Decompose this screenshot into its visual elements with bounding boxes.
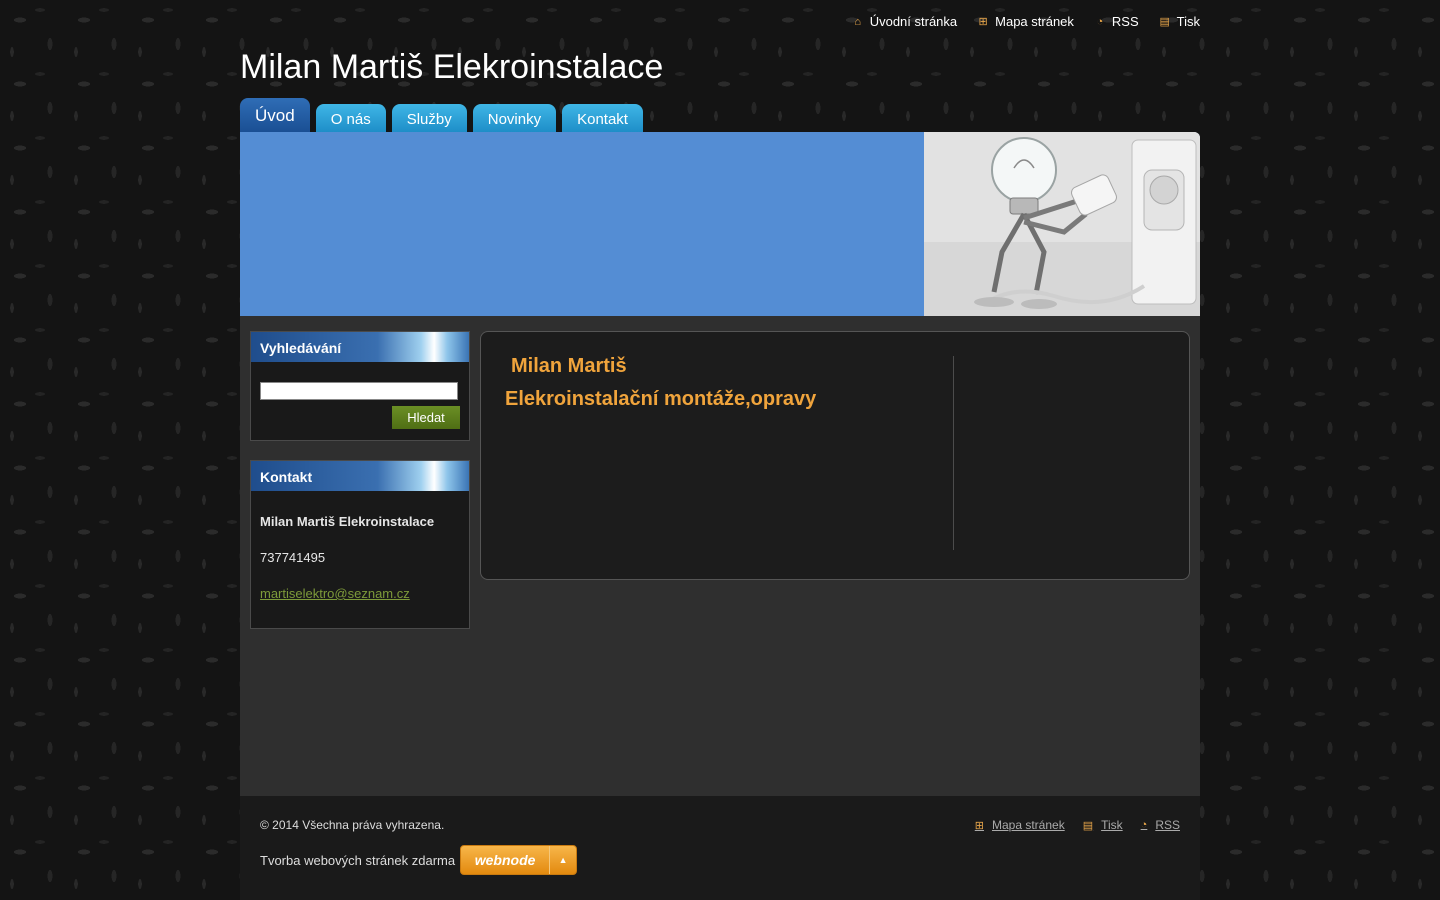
footer-link-sitemap-label: Mapa stránek	[991, 818, 1065, 832]
header-banner	[240, 132, 1200, 316]
rss-icon: ◔	[1096, 15, 1104, 28]
column-divider	[953, 356, 954, 550]
top-link-sitemap[interactable]: ⊞ Mapa stránek	[977, 14, 1074, 29]
top-link-home[interactable]: ⌂ Úvodní stránka	[852, 14, 957, 29]
tab-kontakt[interactable]: Kontakt	[562, 104, 643, 132]
footer-link-sitemap[interactable]: ⊞ Mapa stránek	[975, 818, 1065, 832]
footer-link-print-label: Tisk	[1101, 818, 1123, 832]
top-link-home-label: Úvodní stránka	[869, 14, 958, 29]
bulb-robot-illustration	[924, 132, 1200, 316]
tab-sluzby[interactable]: Služby	[391, 104, 467, 132]
search-button[interactable]: Hledat	[392, 406, 460, 429]
print-icon: ▤	[1082, 819, 1094, 832]
top-link-rss[interactable]: ◔ RSS	[1094, 14, 1139, 29]
footer-links: ⊞ Mapa stránek ▤ Tisk ◔ RSS	[975, 818, 1180, 832]
search-input[interactable]	[260, 382, 458, 400]
content-panel: Milan Martiš Elekroinstalační montáže,op…	[480, 331, 1190, 580]
copyright-text: © 2014 Všechna práva vyhrazena.	[260, 818, 445, 832]
content-title: Milan Martiš	[511, 355, 627, 377]
footer: © 2014 Všechna práva vyhrazena. ⊞ Mapa s…	[240, 796, 1200, 900]
main-area: Vyhledávání Hledat Kontakt Milan Martiš …	[240, 316, 1200, 796]
contact-email-link[interactable]: martiselektro@seznam.cz	[260, 586, 410, 601]
banner-image	[924, 132, 1200, 316]
top-link-print-label: Tisk	[1176, 14, 1200, 29]
home-icon: ⌂	[854, 15, 862, 28]
tab-uvod[interactable]: Úvod	[240, 98, 310, 132]
webnode-promo-text: Tvorba webových stránek zdarma	[260, 852, 456, 868]
main-nav: Úvod O nás Služby Novinky Kontakt	[240, 98, 643, 132]
sitemap-icon: ⊞	[978, 16, 988, 28]
tab-o-nas[interactable]: O nás	[315, 104, 386, 132]
contact-phone: 737741495	[260, 550, 326, 565]
footer-link-print[interactable]: ▤ Tisk	[1083, 818, 1123, 832]
top-link-sitemap-label: Mapa stránek	[995, 14, 1074, 29]
webnode-promo: Tvorba webových stránek zdarma webnode ▲	[260, 845, 578, 875]
top-link-rss-label: RSS	[1111, 14, 1139, 29]
content-subtitle: Elekroinstalační montáže,opravy	[505, 388, 817, 410]
rss-icon: ◔	[1140, 819, 1148, 831]
footer-link-rss-label: RSS	[1155, 818, 1180, 832]
contact-box: Kontakt Milan Martiš Elekroinstalace 737…	[250, 460, 470, 629]
top-links: ⌂ Úvodní stránka ⊞ Mapa stránek ◔ RSS ▤ …	[852, 14, 1200, 29]
webnode-badge[interactable]: webnode ▲	[460, 845, 578, 875]
print-icon: ▤	[1159, 16, 1170, 28]
tab-novinky[interactable]: Novinky	[472, 104, 557, 132]
search-box: Vyhledávání Hledat	[250, 331, 470, 441]
sitemap-icon: ⊞	[974, 819, 984, 832]
webnode-logo: webnode	[474, 852, 536, 868]
caret-up-icon: ▲	[549, 846, 576, 874]
contact-heading: Kontakt	[251, 461, 469, 491]
footer-link-rss[interactable]: ◔ RSS	[1141, 818, 1180, 832]
contact-name: Milan Martiš Elekroinstalace	[260, 514, 435, 529]
search-heading: Vyhledávání	[251, 332, 469, 362]
site-title[interactable]: Milan Martiš Elekroinstalace	[240, 48, 663, 87]
top-link-print[interactable]: ▤ Tisk	[1159, 14, 1200, 29]
